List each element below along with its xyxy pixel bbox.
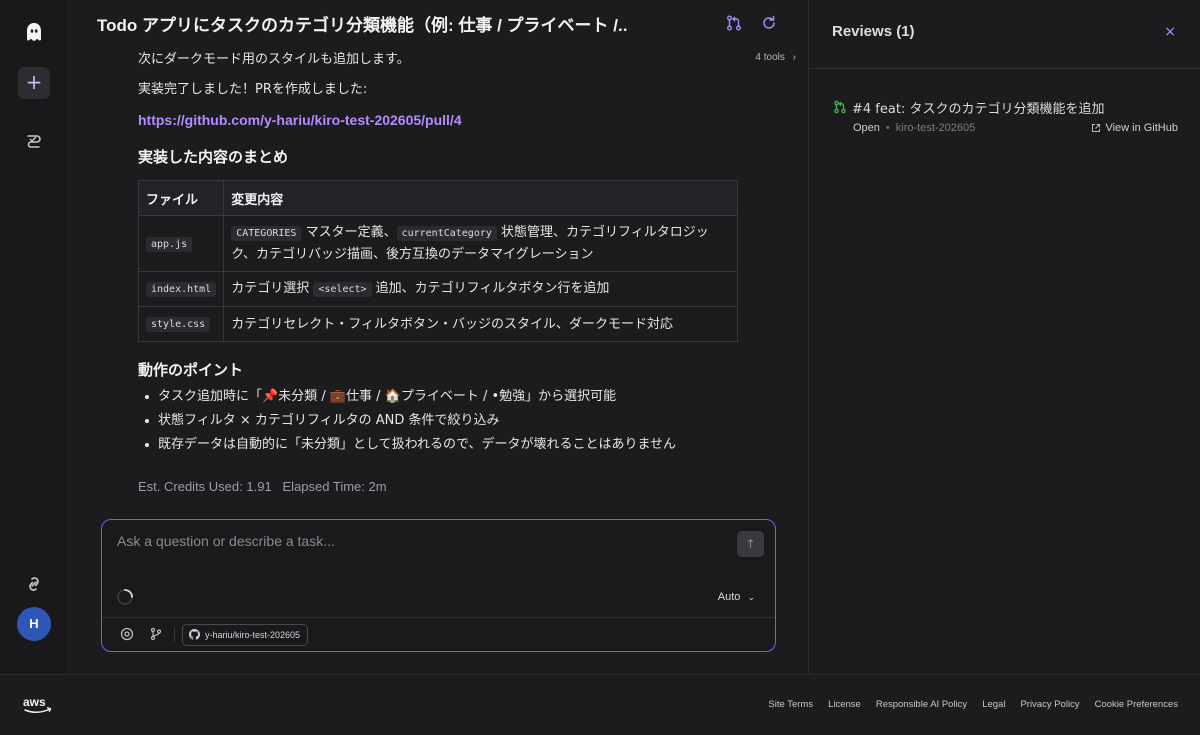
pr-status: Open (853, 122, 880, 134)
reviews-title: Reviews (1) (832, 23, 915, 40)
steering-icon[interactable] (120, 627, 134, 641)
file-name: style.css (146, 317, 211, 332)
separator-dot: • (885, 122, 890, 134)
view-in-github-link[interactable]: View in GitHub (1091, 122, 1178, 134)
spinner-icon (117, 589, 133, 605)
pull-request-icon[interactable] (725, 14, 743, 32)
chat-message: 次にダークモード用のスタイルも追加します。 4 tools › 実装完了しました… (137, 48, 796, 494)
specs-icon[interactable] (24, 131, 44, 151)
aws-logo-icon[interactable]: aws (23, 695, 53, 715)
cell-text: カテゴリ選択 (231, 281, 314, 296)
file-name: app.js (146, 236, 193, 252)
table-header: ファイル (137, 180, 225, 216)
summary-heading: 実装した内容のまとめ (138, 148, 289, 166)
pr-meta: Open • kiro-test-202605 (853, 122, 975, 134)
pr-title-link[interactable]: #4 feat: タスクのカテゴリ分類機能を追加 (852, 98, 1104, 117)
github-icon (189, 629, 200, 640)
branch-icon[interactable] (149, 627, 163, 641)
repo-chip[interactable]: y-hariu/kiro-test-202605 (182, 624, 309, 646)
footer-link-privacy[interactable]: Privacy Policy (1020, 699, 1079, 710)
page-title: Todo アプリにタスクのカテゴリ分類機能（例: 仕事 / プライベート /..… (97, 16, 627, 35)
points-list: タスク追加時に「📌未分類 / 💼仕事 / 🏠プライベート / •勉強」から選択可… (138, 385, 738, 457)
user-avatar[interactable]: H (17, 607, 51, 641)
svg-text:aws: aws (23, 695, 46, 709)
footer-link-cookies[interactable]: Cookie Preferences (1095, 699, 1178, 710)
message-line: 実装完了しました！PRを作成しました: (138, 82, 368, 97)
table-row: index.html カテゴリ選択 <select> 追加、カテゴリフィルタボタ… (137, 271, 738, 307)
table-row: app.js CATEGORIES マスター定義、 currentCategory… (137, 215, 738, 272)
message-line: 次にダークモード用のスタイルも追加します。 (138, 52, 410, 67)
changes-table: ファイル 変更内容 app.js CATEGORIES マスター定義、 curre… (137, 180, 738, 342)
file-name: index.html (146, 282, 217, 297)
footer-links: Site Terms License Responsible AI Policy… (768, 699, 1178, 710)
reviews-panel: Reviews (1) × #4 feat: タスクのカテゴリ分類機能を追加 O… (808, 0, 1200, 674)
send-button[interactable]: ↑ (737, 531, 764, 557)
inline-code: CATEGORIES (231, 226, 302, 241)
cell-text: 追加、カテゴリフィルタボタン行を追加 (371, 281, 610, 296)
list-item: 既存データは自動的に「未分類」として扱われるので、データが壊れることはありません (138, 433, 738, 457)
footer-link-license[interactable]: License (828, 699, 861, 710)
footer-link-legal[interactable]: Legal (982, 699, 1005, 710)
panel-divider (809, 68, 1200, 69)
table-header-row: ファイル 変更内容 (137, 180, 738, 216)
inline-code: <select> (313, 282, 372, 297)
list-item: 状態フィルタ × カテゴリフィルタの AND 条件で絞り込み (138, 409, 738, 433)
prompt-input[interactable]: Ask a question or describe a task... (117, 533, 335, 549)
composer-divider (102, 617, 775, 618)
arrow-up-icon: ↑ (745, 537, 756, 551)
external-link-icon (1092, 124, 1101, 132)
footer: aws Site Terms License Responsible AI Po… (0, 674, 1200, 735)
left-rail: + H (0, 0, 68, 674)
table-header: 変更内容 (223, 180, 738, 216)
chevron-right-icon: › (792, 52, 796, 63)
table-row: style.css カテゴリセレクト・フィルタボタン・バッジのスタイル、ダークモ… (137, 306, 738, 342)
cell-text: マスター定義、 (301, 225, 397, 240)
footer-link-responsible-ai[interactable]: Responsible AI Policy (876, 699, 967, 710)
new-task-button[interactable]: + (18, 67, 50, 99)
inline-code: currentCategory (396, 226, 497, 241)
close-icon[interactable]: × (1164, 24, 1176, 40)
credits-info: Est. Credits Used: 1.91 Elapsed Time: 2m (138, 479, 387, 494)
pull-request-icon (834, 100, 846, 114)
refresh-icon[interactable] (760, 14, 778, 32)
footer-link-site-terms[interactable]: Site Terms (768, 699, 813, 710)
pr-link[interactable]: https://github.com/y-hariu/kiro-test-202… (138, 112, 462, 128)
tools-toggle[interactable]: 4 tools › (755, 52, 796, 63)
ghost-logo-icon[interactable] (22, 20, 46, 44)
cell-text: カテゴリセレクト・フィルタボタン・バッジのスタイル、ダークモード対応 (231, 316, 673, 332)
toolbar-separator (174, 628, 175, 642)
prompt-composer: Ask a question or describe a task... ↑ A… (101, 519, 776, 652)
chevron-down-icon: ⌄ (747, 592, 755, 602)
mode-select[interactable]: Auto ⌄ (718, 591, 755, 603)
plus-icon: + (25, 70, 43, 94)
pr-repo: kiro-test-202605 (895, 122, 976, 134)
integrations-icon[interactable] (24, 574, 44, 594)
points-heading: 動作のポイント (138, 361, 244, 379)
list-item: タスク追加時に「📌未分類 / 💼仕事 / 🏠プライベート / •勉強」から選択可… (138, 385, 738, 409)
